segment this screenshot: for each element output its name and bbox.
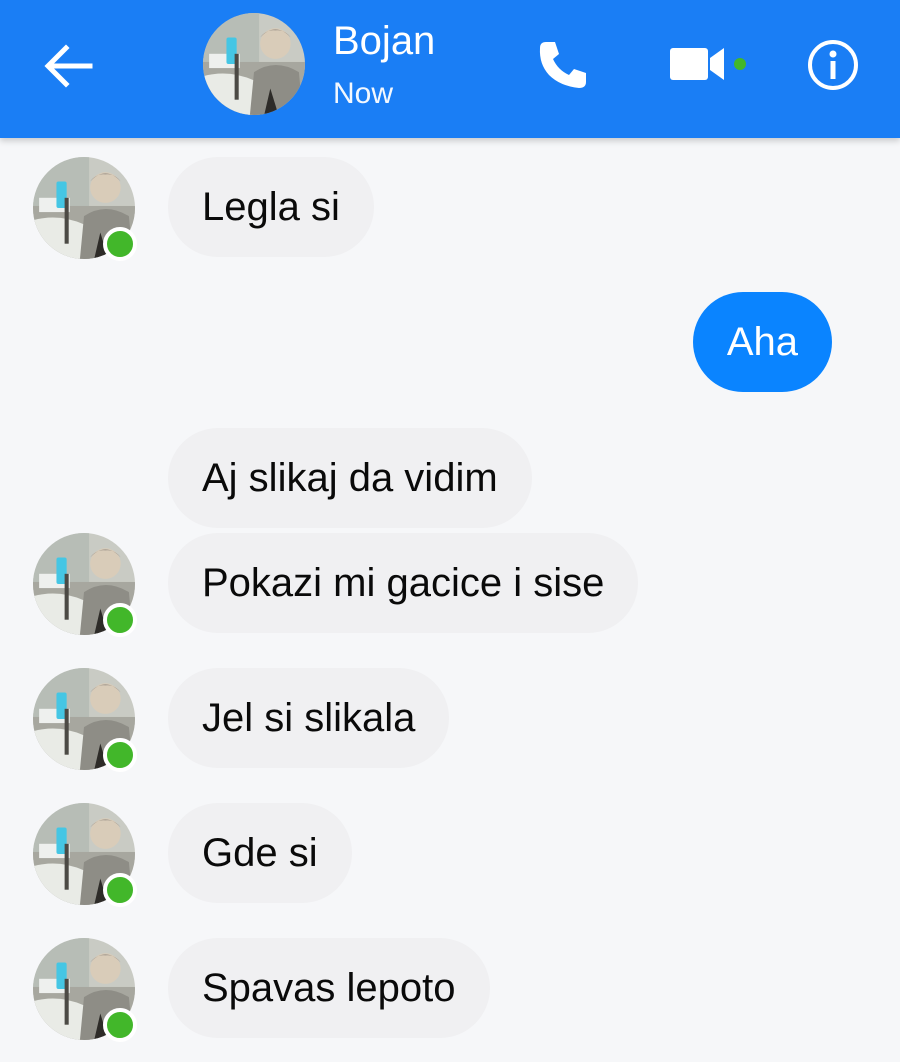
incoming-message-bubble[interactable]: Legla si	[168, 157, 374, 257]
info-button[interactable]	[806, 38, 860, 92]
contact-status: Now	[333, 77, 394, 110]
online-indicator	[103, 227, 137, 261]
info-icon	[808, 40, 858, 90]
sender-avatar[interactable]	[33, 668, 137, 772]
contact-avatar[interactable]	[203, 13, 305, 115]
avatar-photo	[203, 13, 305, 115]
sender-avatar[interactable]	[33, 803, 137, 907]
back-button[interactable]	[40, 38, 96, 94]
incoming-message-bubble[interactable]: Jel si slikala	[168, 668, 450, 768]
video-call-button[interactable]	[668, 40, 756, 88]
incoming-message-bubble[interactable]: Pokazi mi gacice i sise	[168, 533, 639, 633]
outgoing-message-bubble[interactable]: Aha	[692, 292, 832, 392]
video-camera-icon	[670, 48, 746, 80]
chat-header: Bojan Now	[0, 0, 900, 138]
voice-call-button[interactable]	[534, 36, 592, 94]
sender-avatar[interactable]	[33, 157, 137, 261]
back-arrow-icon	[44, 44, 93, 88]
incoming-message-bubble[interactable]: Gde si	[168, 803, 352, 903]
sender-avatar[interactable]	[33, 533, 137, 637]
online-indicator	[103, 603, 137, 637]
incoming-message-bubble[interactable]: Spavas lepoto	[168, 938, 490, 1038]
phone-icon	[539, 42, 586, 88]
incoming-message-bubble[interactable]: Aj slikaj da vidim	[168, 428, 532, 528]
online-indicator	[103, 1008, 137, 1042]
online-indicator	[103, 873, 137, 907]
online-indicator	[103, 738, 137, 772]
contact-name[interactable]: Bojan	[333, 18, 435, 64]
sender-avatar[interactable]	[33, 938, 137, 1042]
